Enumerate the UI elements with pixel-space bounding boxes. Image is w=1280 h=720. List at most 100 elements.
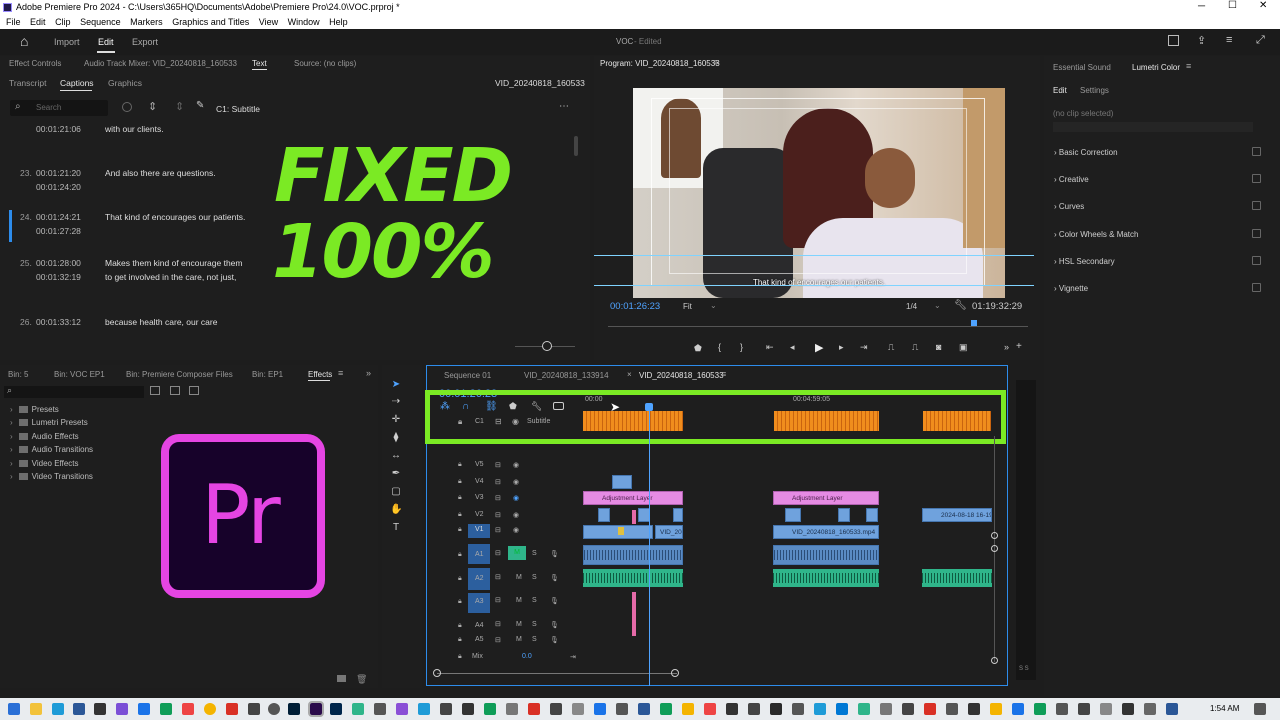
- eye-icon[interactable]: ◉: [512, 417, 519, 426]
- subtitle-clips[interactable]: [923, 411, 991, 431]
- folder-video-transitions[interactable]: Video Transitions: [10, 472, 93, 481]
- app-icon[interactable]: [440, 703, 452, 715]
- lock-icon[interactable]: 🔒︎: [458, 511, 462, 519]
- go-to-in-icon[interactable]: ⇤: [766, 342, 774, 353]
- lock-icon[interactable]: 🔒︎: [458, 653, 462, 661]
- lock-icon[interactable]: 🔒︎: [458, 575, 462, 583]
- app-icon[interactable]: [484, 703, 496, 715]
- vscroll-handle[interactable]: [991, 532, 998, 539]
- go-to-out-icon[interactable]: ⇥: [860, 342, 868, 353]
- eye-icon[interactable]: ◉: [513, 461, 519, 469]
- section-vignette[interactable]: › Vignette: [1054, 283, 1264, 293]
- app-icon[interactable]: [138, 703, 150, 715]
- playhead-marker[interactable]: [971, 320, 977, 326]
- app-icon[interactable]: [990, 703, 1002, 715]
- v4-clip[interactable]: [612, 475, 632, 489]
- app-icon[interactable]: [160, 703, 172, 715]
- app-icon[interactable]: [248, 703, 260, 715]
- premiere-taskbar-icon[interactable]: [308, 701, 324, 717]
- app-icon[interactable]: [748, 703, 760, 715]
- camera-icon[interactable]: ◙: [936, 342, 941, 352]
- app-icon[interactable]: [506, 703, 518, 715]
- mic-icon[interactable]: 🎙︎: [550, 574, 559, 582]
- tab-vid-133914[interactable]: VID_20240818_133914: [524, 371, 609, 380]
- app-icon[interactable]: [182, 703, 194, 715]
- solo-button[interactable]: S: [532, 597, 537, 604]
- folder-audio-effects[interactable]: Audio Effects: [10, 432, 79, 441]
- section-color-wheels[interactable]: › Color Wheels & Match: [1054, 229, 1264, 239]
- type-icon[interactable]: T: [390, 522, 402, 534]
- program-scrubber[interactable]: [608, 326, 1028, 327]
- add-button-icon[interactable]: +: [1016, 341, 1022, 352]
- folder-video-effects[interactable]: Video Effects: [10, 459, 79, 468]
- section-checkbox[interactable]: [1252, 201, 1261, 210]
- minimize-icon[interactable]: ─: [1198, 1, 1205, 12]
- tab-bin-premiere-composer[interactable]: Bin: Premiere Composer Files: [126, 370, 233, 379]
- lock-icon[interactable]: 🔒︎: [458, 417, 462, 427]
- lock-icon[interactable]: 🔒︎: [458, 526, 462, 534]
- more-options-icon[interactable]: ⋯: [559, 101, 569, 112]
- vscroll-handle[interactable]: [991, 657, 998, 664]
- toggle-output-icon[interactable]: ⊟: [495, 636, 501, 644]
- mix-value[interactable]: 0.0: [522, 653, 532, 660]
- subtab-edit[interactable]: Edit: [1053, 86, 1067, 95]
- mute-button[interactable]: M: [508, 546, 526, 560]
- chevron-down-icon[interactable]: ⌄: [710, 301, 717, 310]
- new-bin-icon[interactable]: [337, 675, 346, 682]
- program-timecode[interactable]: 00:01:26:23: [610, 301, 660, 312]
- menu-graphics[interactable]: Graphics and Titles: [172, 15, 249, 29]
- app-icon[interactable]: [550, 703, 562, 715]
- mark-in-icon[interactable]: {: [718, 342, 721, 352]
- tab-export[interactable]: Export: [132, 37, 158, 47]
- timeline-settings-icon[interactable]: 🔧︎: [531, 401, 542, 412]
- track-v3[interactable]: 🔒︎ V3 ⊟ ◉: [430, 494, 580, 508]
- word-icon[interactable]: [73, 703, 85, 715]
- captions-scrollbar[interactable]: [574, 136, 578, 156]
- expand-panels-icon[interactable]: »: [366, 368, 371, 378]
- tab-lumetri-color[interactable]: Lumetri Color: [1132, 63, 1180, 72]
- mute-button[interactable]: M: [516, 636, 522, 643]
- tab-bin-ep1[interactable]: Bin: EP1: [252, 370, 283, 379]
- v2-clip[interactable]: [598, 508, 610, 522]
- track-a1[interactable]: 🔒︎ A1 ⊟ M S 🎙︎: [430, 544, 580, 567]
- app-icon[interactable]: [792, 703, 804, 715]
- adjustment-layer-clip[interactable]: Adjustment Layer: [583, 491, 683, 505]
- file-explorer-icon[interactable]: [30, 703, 42, 715]
- quality-dropdown[interactable]: 1/4: [906, 302, 917, 311]
- menu-help[interactable]: Help: [329, 15, 348, 29]
- app-icon[interactable]: [572, 703, 584, 715]
- 32bit-effects-icon[interactable]: [170, 386, 180, 395]
- lock-icon[interactable]: 🔒︎: [458, 622, 462, 630]
- lumetri-menu-icon[interactable]: ≡: [1186, 61, 1191, 71]
- app-icon[interactable]: [1144, 703, 1156, 715]
- tab-effects[interactable]: Effects: [308, 370, 332, 379]
- app-icon[interactable]: [268, 703, 280, 715]
- tab-import[interactable]: Import: [54, 37, 80, 47]
- scroll-handle-right[interactable]: [671, 669, 679, 677]
- yuv-effects-icon[interactable]: [189, 386, 199, 395]
- subtitle-clips[interactable]: [774, 411, 879, 431]
- section-curves[interactable]: › Curves: [1054, 201, 1264, 211]
- app-icon[interactable]: [726, 703, 738, 715]
- app-icon[interactable]: [968, 703, 980, 715]
- app-icon[interactable]: [638, 703, 650, 715]
- track-v4[interactable]: 🔒︎ V4 ⊟ ◉: [430, 478, 580, 492]
- solo-button[interactable]: S: [532, 550, 537, 557]
- lock-icon[interactable]: 🔒︎: [458, 551, 462, 559]
- mic-icon[interactable]: 🎙︎: [550, 597, 559, 605]
- hand-icon[interactable]: ✋: [390, 504, 402, 516]
- a1-clip[interactable]: [773, 545, 879, 565]
- track-v5[interactable]: 🔒︎ V5 ⊟ ◉: [430, 461, 580, 475]
- app-icon[interactable]: [374, 703, 386, 715]
- a2-clip[interactable]: [922, 569, 992, 587]
- menu-markers[interactable]: Markers: [130, 15, 163, 29]
- app-icon[interactable]: [660, 703, 672, 715]
- mark-out-icon[interactable]: }: [740, 342, 743, 352]
- app-icon[interactable]: [616, 703, 628, 715]
- effects-search-input[interactable]: ⌕: [4, 385, 144, 398]
- track-v2[interactable]: 🔒︎ V2 ⊟ ◉: [430, 511, 580, 525]
- mute-button[interactable]: M: [516, 574, 522, 581]
- photoshop-icon[interactable]: [288, 703, 300, 715]
- mic-icon[interactable]: 🎙︎: [550, 636, 559, 644]
- app-icon[interactable]: [396, 703, 408, 715]
